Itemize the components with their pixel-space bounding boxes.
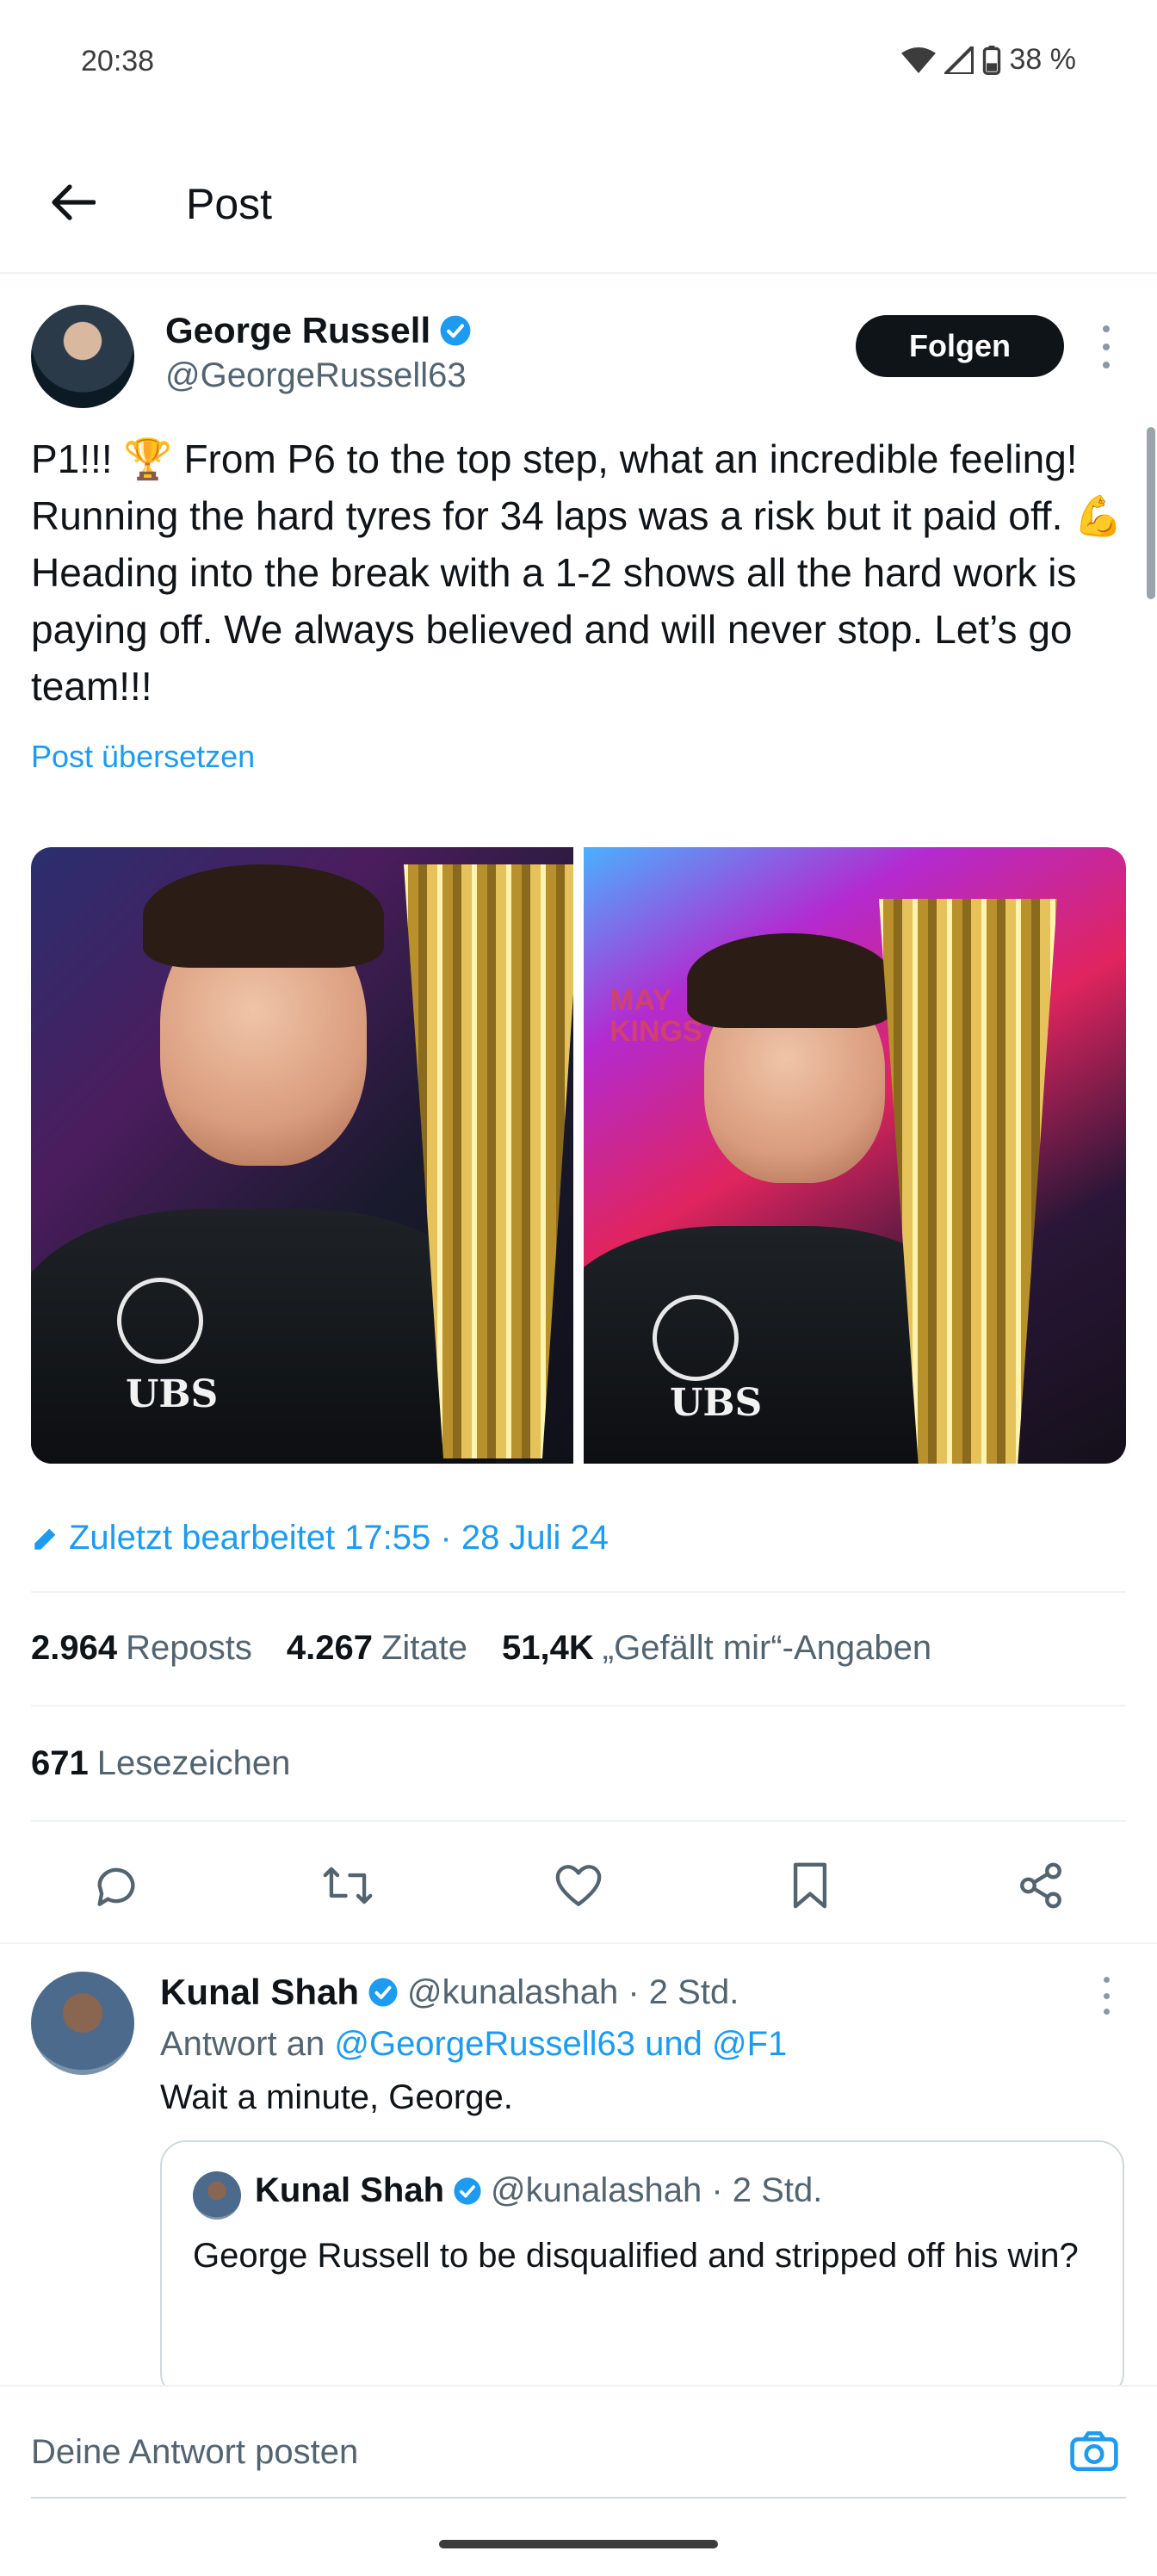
battery-level: 38 % <box>1009 43 1077 76</box>
verified-badge-icon <box>454 2177 481 2205</box>
divider-1 <box>31 1591 1126 1593</box>
like-icon[interactable] <box>548 1855 609 1916</box>
reply-text: Wait a minute, George. <box>160 2078 513 2116</box>
reply-handle-time: @kunalashah · 2 Std. <box>407 1972 739 2011</box>
pencil-icon <box>34 1528 56 1550</box>
image-sign-text: MAY KINGS <box>609 984 702 1048</box>
replying-to: Antwort an @GeorgeRussell63 und @F1 <box>160 2025 788 2063</box>
quote-author-name: Kunal Shah <box>255 2171 445 2209</box>
camera-icon[interactable] <box>1064 2421 1124 2481</box>
likes-stat[interactable]: 51,4K „Gefällt mir“-Angaben <box>502 1629 931 1668</box>
arrow-left-icon <box>52 184 96 220</box>
wifi-icon <box>900 46 936 73</box>
quotes-stat[interactable]: 4.267 Zitate <box>287 1629 467 1668</box>
author-handle[interactable]: @GeorgeRussell63 <box>165 356 467 395</box>
header-divider <box>0 272 1157 274</box>
follow-button[interactable]: Folgen <box>856 315 1064 377</box>
reply-header[interactable]: Kunal Shah @kunalashah · 2 Std. <box>160 1972 739 2013</box>
author-avatar[interactable] <box>31 305 134 408</box>
ubs-logo-2: UBS <box>670 1381 763 1425</box>
signal-icon <box>944 46 974 74</box>
author-name: George Russell <box>165 310 431 350</box>
action-bar <box>31 1851 1126 1920</box>
status-icons: 38 % <box>900 43 1077 77</box>
quote-handle-time: @kunalashah · 2 Std. <box>491 2171 823 2209</box>
reply-more-options-icon[interactable] <box>1093 1977 1119 2015</box>
bookmarks-stat[interactable]: 671 Lesezeichen <box>31 1744 290 1783</box>
post-text: P1!!! 🏆 From P6 to the top step, what an… <box>31 437 1135 709</box>
translate-link[interactable]: Post übersetzen <box>31 739 255 775</box>
compose-underline <box>31 2497 1126 2499</box>
repost-icon[interactable] <box>318 1855 378 1916</box>
home-indicator[interactable] <box>439 2540 718 2548</box>
quote-avatar <box>193 2171 241 2220</box>
reply-author-name: Kunal Shah <box>160 1972 360 2012</box>
post-image-2[interactable]: MAY KINGS UBS <box>584 847 1126 1464</box>
edited-info[interactable]: Zuletzt bearbeitet 17:55 · 28 Juli 24 <box>31 1519 609 1557</box>
reply-avatar[interactable] <box>31 1972 134 2075</box>
divider-2 <box>31 1705 1126 1706</box>
reply-icon[interactable] <box>86 1855 146 1916</box>
post-image-1[interactable]: UBS <box>31 847 573 1464</box>
divider-3 <box>31 1820 1126 1822</box>
scrollbar[interactable] <box>1147 427 1155 599</box>
share-icon[interactable] <box>1011 1855 1071 1916</box>
verified-badge-icon <box>368 1978 398 2007</box>
quoted-post[interactable]: Kunal Shah @kunalashah · 2 Std. George R… <box>160 2140 1124 2399</box>
edited-label: Zuletzt bearbeitet 17:55 · 28 Juli 24 <box>69 1519 609 1557</box>
quote-header: Kunal Shah @kunalashah · 2 Std. <box>255 2171 822 2210</box>
replying-to-links[interactable]: @GeorgeRussell63 und @F1 <box>334 2025 787 2063</box>
verified-badge-icon <box>440 315 471 346</box>
battery-icon <box>982 45 1000 75</box>
status-time: 20:38 <box>81 45 155 77</box>
ubs-logo: UBS <box>126 1372 219 1416</box>
stats-row: 2.964 Reposts 4.267 Zitate 51,4K „Gefällt m… <box>31 1629 931 1668</box>
quote-text: George Russell to be disqualified and st… <box>193 2237 1079 2275</box>
author-name-row[interactable]: George Russell <box>165 310 472 351</box>
divider-4 <box>0 1942 1157 1944</box>
bookmark-icon[interactable] <box>780 1855 840 1916</box>
reply-input[interactable]: Deine Antwort posten <box>31 2433 358 2472</box>
back-button[interactable] <box>43 172 103 232</box>
reposts-stat[interactable]: 2.964 Reposts <box>31 1629 252 1668</box>
page-title: Post <box>186 180 273 228</box>
more-options-icon[interactable] <box>1093 325 1119 368</box>
